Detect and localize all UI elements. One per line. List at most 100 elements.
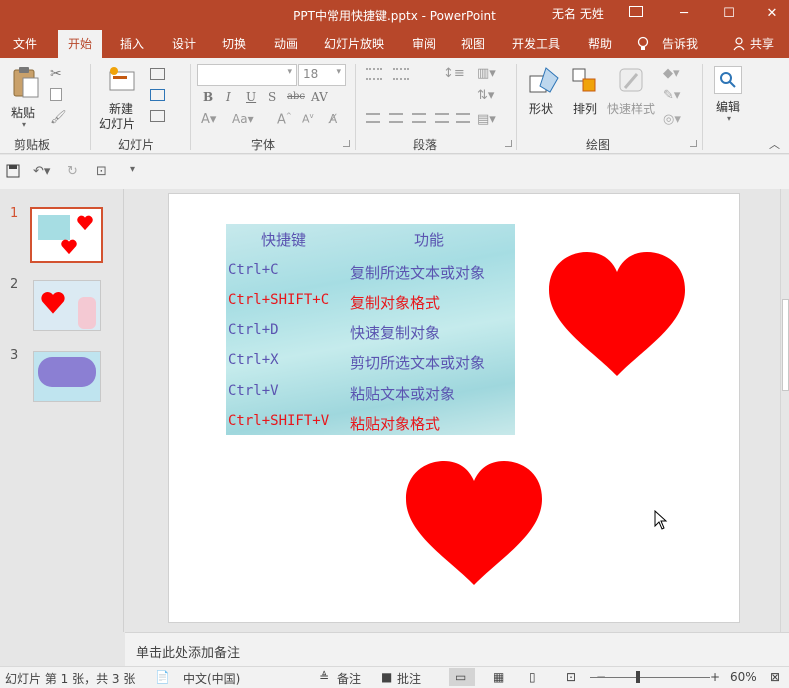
new-slide-button[interactable]: 新建 幻灯片 [98, 64, 148, 131]
align-center-icon[interactable] [389, 113, 403, 123]
tab-transitions[interactable]: 切换 [212, 30, 256, 58]
slide-sorter-icon[interactable]: ▦ [493, 670, 504, 684]
dialog-launcher-icon[interactable] [505, 140, 512, 147]
bold-button[interactable]: B [203, 90, 213, 104]
comments-icon[interactable]: ■ [381, 670, 392, 684]
tab-slideshow[interactable]: 幻灯片放映 [314, 30, 394, 58]
slideshow-view-icon[interactable]: ⊡ [566, 670, 576, 684]
notes-button[interactable]: 备注 [337, 670, 361, 687]
redo-icon[interactable]: ↻ [67, 164, 78, 179]
align-right-icon[interactable] [412, 113, 426, 123]
dialog-launcher-icon[interactable] [343, 140, 350, 147]
heart-shape[interactable] [404, 459, 544, 587]
tab-view[interactable]: 视图 [451, 30, 495, 58]
copy-icon[interactable] [50, 88, 62, 101]
fit-to-window-icon[interactable]: ⊠ [770, 670, 780, 684]
distribute-icon[interactable] [456, 113, 470, 123]
text-direction-icon[interactable]: ⇅▾ [477, 88, 494, 103]
cut-icon[interactable]: ✂ [50, 66, 62, 82]
minimize-button[interactable]: ─ [667, 0, 701, 30]
close-button[interactable]: ✕ [755, 0, 789, 30]
customize-qat-icon[interactable]: ▾ [130, 164, 135, 175]
scrollbar-thumb[interactable] [782, 299, 789, 391]
tab-help[interactable]: 帮助 [578, 30, 622, 58]
reading-view-icon[interactable]: ▯ [529, 670, 536, 684]
shapes-label: 形状 [529, 102, 554, 116]
decrease-font-icon[interactable]: Av [302, 112, 314, 126]
change-case-icon[interactable]: Aa▾ [232, 112, 254, 126]
editing-button[interactable]: 编辑 ▾ [710, 66, 750, 130]
quick-styles-label: 快速样式 [607, 102, 656, 116]
collapse-ribbon-icon[interactable]: ︿ [769, 136, 780, 152]
notes-icon[interactable]: ≜ [319, 670, 329, 684]
arrange-button[interactable]: 排列 [568, 66, 604, 130]
start-slideshow-icon[interactable]: ⊡ [96, 164, 107, 179]
dialog-launcher-icon[interactable] [690, 140, 697, 147]
tab-home[interactable]: 开始 [58, 30, 103, 58]
save-icon[interactable] [6, 164, 20, 182]
layout-icon[interactable] [150, 68, 165, 80]
slide-thumbnail-1[interactable] [30, 207, 103, 263]
clear-format-icon[interactable]: A̸ [329, 112, 337, 126]
italic-button[interactable]: I [226, 90, 231, 104]
tab-animations[interactable]: 动画 [264, 30, 308, 58]
vertical-scrollbar[interactable] [780, 189, 789, 632]
comments-button[interactable]: 批注 [397, 670, 421, 687]
underline-button[interactable]: U [246, 90, 256, 104]
undo-icon[interactable]: ↶▾ [33, 164, 50, 179]
font-size-select[interactable]: 18 ▾ [298, 64, 346, 86]
heart-shape[interactable] [547, 250, 687, 378]
spellcheck-icon[interactable]: 📄 [155, 670, 170, 684]
tab-file[interactable]: 文件 [3, 30, 47, 58]
editing-label: 编辑 [716, 100, 741, 114]
user-name[interactable]: 无名 无姓 [552, 5, 604, 22]
tell-me-search[interactable]: 告诉我 [662, 30, 698, 58]
share-button[interactable]: 共享 [750, 30, 774, 58]
chevron-down-icon: ▾ [22, 120, 27, 129]
ribbon: 粘贴 ▾ ✂ 🖌 剪贴板 新建 幻灯片 幻灯片 ▾ 18 ▾ B I U S ab… [0, 58, 789, 154]
zoom-slider[interactable] [590, 677, 710, 678]
zoom-level[interactable]: 60% [730, 670, 757, 684]
zoom-slider-thumb[interactable] [636, 671, 640, 683]
person-icon[interactable] [733, 30, 747, 58]
line-spacing-icon[interactable]: ↕≡ [443, 66, 465, 81]
shape-effects-icon[interactable]: ◎▾ [663, 112, 681, 127]
format-painter-icon[interactable]: 🖌 [50, 110, 67, 125]
lightbulb-icon[interactable] [636, 30, 650, 58]
table-row-key: Ctrl+V [228, 383, 279, 399]
quick-styles-button[interactable]: 快速样式 [606, 66, 658, 130]
align-text-icon[interactable]: ▤▾ [477, 112, 496, 127]
separator [702, 64, 703, 150]
tab-insert[interactable]: 插入 [110, 30, 154, 58]
shadow-button[interactable]: S [268, 90, 276, 104]
justify-icon[interactable] [435, 113, 449, 123]
notes-pane[interactable]: 单击此处添加备注 [125, 632, 789, 666]
paste-button[interactable]: 粘贴 ▾ [8, 64, 44, 129]
tab-review[interactable]: 审阅 [402, 30, 446, 58]
font-color-icon[interactable]: A▾ [201, 112, 216, 127]
table-row-key: Ctrl+X [228, 352, 279, 368]
bullets-icon[interactable] [366, 68, 382, 80]
shape-outline-icon[interactable]: ✎▾ [663, 88, 680, 103]
align-left-icon[interactable] [366, 113, 380, 123]
maximize-button[interactable]: ☐ [712, 0, 746, 30]
section-icon[interactable] [150, 110, 165, 122]
zoom-in-button[interactable]: + [710, 670, 720, 684]
char-spacing-button[interactable]: AV [311, 90, 328, 104]
slide-thumbnail-2[interactable] [33, 280, 101, 331]
shape-fill-icon[interactable]: ◆▾ [663, 66, 680, 81]
table-row-key: Ctrl+D [228, 322, 279, 338]
shapes-button[interactable]: 形状 [524, 66, 564, 130]
columns-icon[interactable]: ▥▾ [477, 66, 496, 81]
reset-icon[interactable] [150, 89, 165, 101]
font-name-select[interactable]: ▾ [197, 64, 297, 86]
ribbon-display-options-icon[interactable] [629, 6, 643, 17]
increase-font-icon[interactable]: A^ [277, 112, 292, 127]
slide-thumbnail-3[interactable] [33, 351, 101, 402]
tab-developer[interactable]: 开发工具 [502, 30, 570, 58]
numbering-icon[interactable] [393, 68, 409, 80]
separator [190, 64, 191, 150]
strikethrough-button[interactable]: abc [287, 91, 305, 102]
language-indicator[interactable]: 中文(中国) [183, 670, 240, 687]
tab-design[interactable]: 设计 [162, 30, 206, 58]
